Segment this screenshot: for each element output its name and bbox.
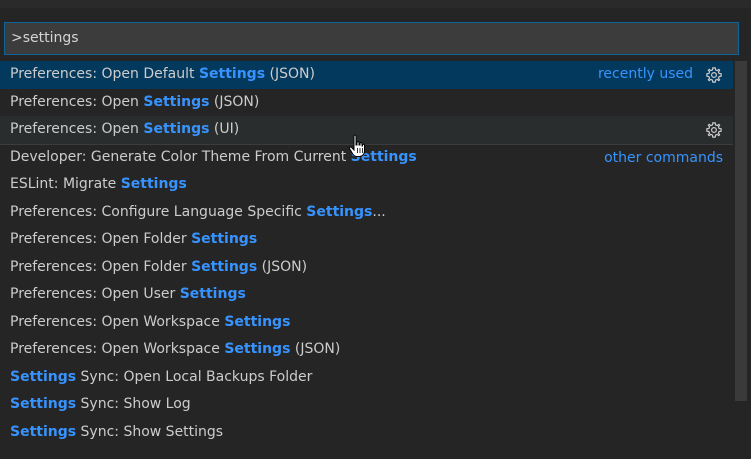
command-label-prefix: Preferences: Open Default <box>10 66 199 83</box>
command-label-prefix: Preferences: Open Folder <box>10 258 192 275</box>
command-item-meta <box>705 116 723 143</box>
command-label-suffix: Sync: Show Log <box>76 396 191 413</box>
command-label: Settings Sync: Show Log <box>10 391 191 418</box>
command-label-prefix: Developer: Generate Color Theme From Cur… <box>10 149 351 166</box>
command-label: ESLint: Migrate Settings <box>10 171 187 198</box>
command-item[interactable]: Developer: Generate Color Theme From Cur… <box>0 143 733 172</box>
match-highlight: Settings <box>10 396 77 413</box>
command-label-prefix: Preferences: Configure Language Specific <box>10 203 307 220</box>
command-item[interactable]: Settings Sync: Open Local Backups Folder <box>0 364 733 392</box>
match-highlight: Settings <box>10 368 77 385</box>
command-palette: Preferences: Open Default Settings (JSON… <box>0 0 751 459</box>
command-input[interactable] <box>5 23 738 54</box>
command-label-suffix: (JSON) <box>290 341 341 358</box>
command-label-prefix: Preferences: Open <box>10 93 144 110</box>
command-label-prefix: Preferences: Open Workspace <box>10 313 225 330</box>
command-label: Preferences: Open Workspace Settings (JS… <box>10 336 340 363</box>
match-highlight: Settings <box>224 313 291 330</box>
command-label-suffix: (JSON) <box>265 66 315 83</box>
command-item[interactable]: Settings Sync: Show Settings <box>0 419 733 447</box>
command-input-box[interactable] <box>4 22 739 55</box>
match-highlight: Settings <box>191 258 258 275</box>
command-label: Preferences: Open Folder Settings (JSON) <box>10 254 307 281</box>
command-item[interactable]: Preferences: Open Default Settings (JSON… <box>0 61 733 89</box>
command-label-prefix: Preferences: Open Folder <box>10 231 192 248</box>
command-label: Preferences: Configure Language Specific… <box>10 199 386 226</box>
command-list: Preferences: Open Default Settings (JSON… <box>0 61 733 459</box>
command-item[interactable]: Preferences: Open User Settings <box>0 281 733 309</box>
command-item-meta: recently used <box>598 61 723 88</box>
command-label: Settings Sync: Show Settings <box>10 419 223 446</box>
match-highlight: Settings <box>179 286 246 303</box>
match-highlight: Settings <box>306 203 373 220</box>
match-highlight: Settings <box>120 176 187 193</box>
command-label-prefix: Preferences: Open Workspace <box>10 341 225 358</box>
match-highlight: Settings <box>143 93 210 110</box>
match-highlight: Settings <box>10 423 77 440</box>
command-label-suffix: ... <box>372 203 386 220</box>
command-label: Preferences: Open Folder Settings <box>10 226 257 253</box>
command-label-suffix: (JSON) <box>257 258 308 275</box>
command-label: Preferences: Open Workspace Settings <box>10 309 290 336</box>
command-label: Preferences: Open Default Settings (JSON… <box>10 61 315 88</box>
command-label-prefix: Preferences: Open <box>10 121 144 138</box>
command-item-meta: other commands <box>604 145 723 172</box>
command-label-prefix: ESLint: Migrate <box>10 176 121 193</box>
command-item[interactable]: Preferences: Open Workspace Settings <box>0 309 733 337</box>
command-label: Preferences: Open Settings (JSON) <box>10 89 259 116</box>
command-item[interactable]: Preferences: Open Folder Settings (JSON) <box>0 254 733 282</box>
hand-pointer-icon <box>348 134 365 157</box>
match-highlight: Settings <box>191 231 258 248</box>
scrollbar-thumb[interactable] <box>735 61 747 401</box>
command-item[interactable]: Preferences: Open Settings (JSON) <box>0 89 733 117</box>
command-label: Preferences: Open Settings (UI) <box>10 116 239 143</box>
group-label: recently used <box>597 66 693 82</box>
command-label: Settings Sync: Open Local Backups Folder <box>10 364 312 391</box>
command-label: Preferences: Open User Settings <box>10 281 246 308</box>
command-label-suffix: Sync: Show Settings <box>76 423 224 440</box>
command-item[interactable]: Settings Sync: Show Log <box>0 391 733 419</box>
command-label-suffix: (UI) <box>209 121 240 138</box>
match-highlight: Settings <box>143 121 210 138</box>
gear-icon[interactable] <box>705 121 723 139</box>
group-label: other commands <box>604 149 723 166</box>
title-strip <box>0 0 751 8</box>
command-item[interactable]: Preferences: Open Workspace Settings (JS… <box>0 336 733 364</box>
command-item[interactable]: Preferences: Configure Language Specific… <box>0 199 733 227</box>
match-highlight: Settings <box>224 341 291 358</box>
command-item[interactable]: Preferences: Open Settings (UI) <box>0 116 733 144</box>
command-label-suffix: (JSON) <box>209 93 260 110</box>
command-label-suffix: Sync: Open Local Backups Folder <box>76 368 313 385</box>
match-highlight: Settings <box>198 66 266 83</box>
command-label-prefix: Preferences: Open User <box>10 286 180 303</box>
command-item[interactable]: ESLint: Migrate Settings <box>0 171 733 199</box>
command-item[interactable]: Preferences: Open Folder Settings <box>0 226 733 254</box>
gear-icon[interactable] <box>705 66 723 84</box>
